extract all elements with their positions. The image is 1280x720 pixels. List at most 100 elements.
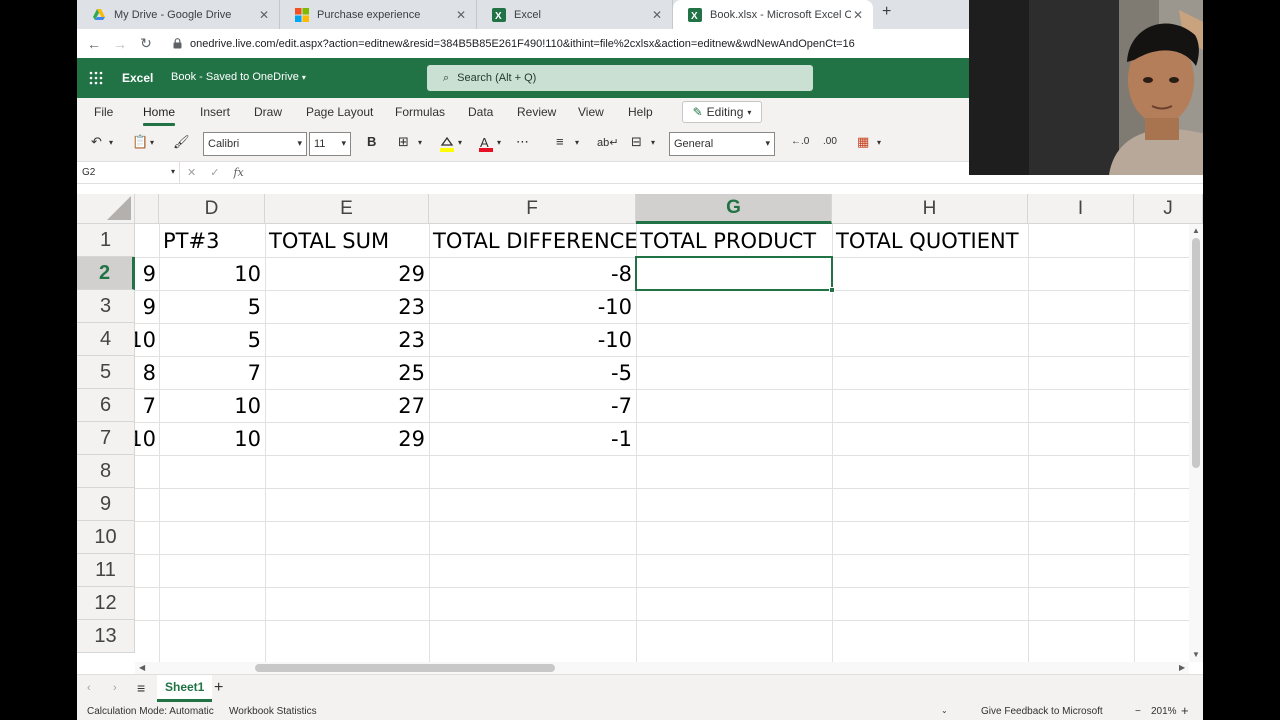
cell-h1[interactable]: TOTAL QUOTIENT (832, 224, 1082, 257)
cell-d2[interactable]: 10 (159, 257, 265, 290)
check-icon[interactable]: ✓ (210, 166, 219, 179)
prev-sheet-icon[interactable]: ‹ (87, 682, 91, 694)
chevron-down-icon[interactable]: ▾ (877, 138, 881, 147)
column-header-f[interactable]: F (429, 194, 636, 224)
cell-f3[interactable]: -10 (429, 290, 636, 323)
tab-review[interactable]: Review (517, 105, 556, 119)
fill-color-icon[interactable] (438, 135, 456, 153)
lock-icon[interactable] (173, 38, 182, 49)
font-name-dropdown[interactable]: Calibri ▾ (203, 132, 307, 156)
number-format-dropdown[interactable]: General ▾ (669, 132, 775, 156)
borders-icon[interactable]: ⊞ (398, 134, 409, 150)
cell-f7[interactable]: -1 (429, 422, 636, 455)
back-arrow-icon[interactable]: ← (81, 36, 107, 52)
chevron-down-icon[interactable]: ▾ (418, 138, 422, 147)
cell-e4[interactable]: 23 (265, 323, 429, 356)
name-box[interactable]: G2 ▾ (77, 162, 180, 184)
browser-tab-book-xlsx[interactable]: X Book.xlsx - Microsoft Excel Online ✕ (673, 0, 873, 29)
reload-icon[interactable]: ↻ (133, 35, 159, 52)
close-icon[interactable]: ✕ (851, 8, 865, 22)
tab-file[interactable]: File (94, 105, 113, 119)
chevron-down-icon[interactable]: ▾ (458, 138, 462, 147)
row-header-6[interactable]: 6 (77, 389, 135, 422)
cell-d1[interactable]: PT#3 (159, 224, 265, 257)
tab-data[interactable]: Data (468, 105, 493, 119)
cell-c5[interactable]: 8 (135, 356, 159, 389)
column-header-i[interactable]: I (1028, 194, 1134, 224)
column-header-h[interactable]: H (832, 194, 1028, 224)
cell-e2[interactable]: 29 (265, 257, 429, 290)
row-header-5[interactable]: 5 (77, 356, 135, 389)
next-sheet-icon[interactable]: › (113, 682, 117, 694)
row-header-10[interactable]: 10 (77, 521, 135, 554)
feedback-link[interactable]: Give Feedback to Microsoft (981, 706, 1103, 717)
format-painter-icon[interactable]: 🖌 (173, 134, 190, 150)
conditional-format-icon[interactable]: ▦ (857, 134, 869, 150)
tab-draw[interactable]: Draw (254, 105, 282, 119)
cell-c4[interactable]: 10 (135, 323, 159, 356)
row-header-11[interactable]: 11 (77, 554, 135, 587)
spreadsheet-grid[interactable]: D E F G H I J 1 2 3 4 5 6 7 8 9 10 11 12… (77, 184, 1203, 662)
row-header-8[interactable]: 8 (77, 455, 135, 488)
chevron-down-icon[interactable]: ▾ (651, 138, 655, 147)
app-launcher-icon[interactable] (89, 71, 103, 85)
paste-icon[interactable]: 📋 (132, 134, 148, 150)
font-size-dropdown[interactable]: 11 ▾ (309, 132, 351, 156)
cell-d5[interactable]: 7 (159, 356, 265, 389)
column-header-d[interactable]: D (159, 194, 265, 224)
decrease-decimal-icon[interactable]: .00 (823, 136, 837, 147)
cell-d6[interactable]: 10 (159, 389, 265, 422)
add-sheet-icon[interactable]: + (214, 679, 223, 697)
row-header-9[interactable]: 9 (77, 488, 135, 521)
browser-tab-purchase[interactable]: Purchase experience ✕ (280, 0, 477, 29)
more-options-icon[interactable]: ⋯ (516, 134, 529, 150)
selected-cell-g2[interactable] (635, 256, 833, 291)
horizontal-scrollbar[interactable]: ◀ ▶ (135, 662, 1189, 674)
cell-e6[interactable]: 27 (265, 389, 429, 422)
tab-view[interactable]: View (578, 105, 604, 119)
cell-d3[interactable]: 5 (159, 290, 265, 323)
cell-f6[interactable]: -7 (429, 389, 636, 422)
cell-c7[interactable]: 10 (135, 422, 159, 455)
cell-e3[interactable]: 23 (265, 290, 429, 323)
cell-c6[interactable]: 7 (135, 389, 159, 422)
browser-tab-excel[interactable]: X Excel ✕ (477, 0, 673, 29)
fill-handle[interactable] (829, 287, 835, 293)
close-icon[interactable]: ✕ (650, 8, 664, 22)
scroll-left-icon[interactable]: ◀ (139, 663, 145, 672)
bold-button[interactable]: B (367, 134, 376, 149)
close-icon[interactable]: ✕ (454, 8, 468, 22)
scroll-right-icon[interactable]: ▶ (1179, 663, 1185, 672)
column-header-g[interactable]: G (636, 194, 832, 224)
cell-e1[interactable]: TOTAL SUM (265, 224, 429, 257)
row-header-13[interactable]: 13 (77, 620, 135, 653)
undo-icon[interactable]: ↶ (91, 134, 102, 150)
column-header-j[interactable]: J (1134, 194, 1203, 224)
row-header-2[interactable]: 2 (77, 257, 135, 290)
zoom-out-icon[interactable]: − (1135, 706, 1141, 717)
url-field[interactable]: onedrive.live.com/edit.aspx?action=editn… (190, 38, 855, 50)
insert-function-button[interactable]: fx (233, 166, 243, 179)
cell-e5[interactable]: 25 (265, 356, 429, 389)
cell-f5[interactable]: -5 (429, 356, 636, 389)
tab-home[interactable]: Home (143, 105, 176, 126)
calculation-mode[interactable]: Calculation Mode: Automatic (87, 706, 214, 717)
chevron-down-icon[interactable]: ▾ (109, 138, 113, 147)
row-header-3[interactable]: 3 (77, 290, 135, 323)
wrap-text-icon[interactable]: ab↵ (597, 136, 618, 149)
browser-tab-google-drive[interactable]: My Drive - Google Drive ✕ (77, 0, 280, 29)
sheet-tab-sheet1[interactable]: Sheet1 (157, 675, 213, 702)
increase-decimal-icon[interactable]: ←.0 (791, 136, 809, 147)
editing-mode-button[interactable]: ✎ Editing ▾ (682, 101, 762, 123)
chevron-down-icon[interactable]: ▾ (575, 138, 579, 147)
tab-page-layout[interactable]: Page Layout (306, 105, 373, 119)
close-icon[interactable]: ✕ (257, 8, 271, 22)
app-name[interactable]: Excel (122, 71, 153, 85)
select-all-corner[interactable] (77, 194, 135, 224)
cell-f2[interactable]: -8 (429, 257, 636, 290)
search-input[interactable]: ⌕ Search (Alt + Q) (427, 65, 813, 91)
chevron-down-icon[interactable]: ▾ (497, 138, 501, 147)
tab-insert[interactable]: Insert (200, 105, 230, 119)
tab-formulas[interactable]: Formulas (395, 105, 445, 119)
zoom-level[interactable]: 201% (1151, 706, 1177, 717)
